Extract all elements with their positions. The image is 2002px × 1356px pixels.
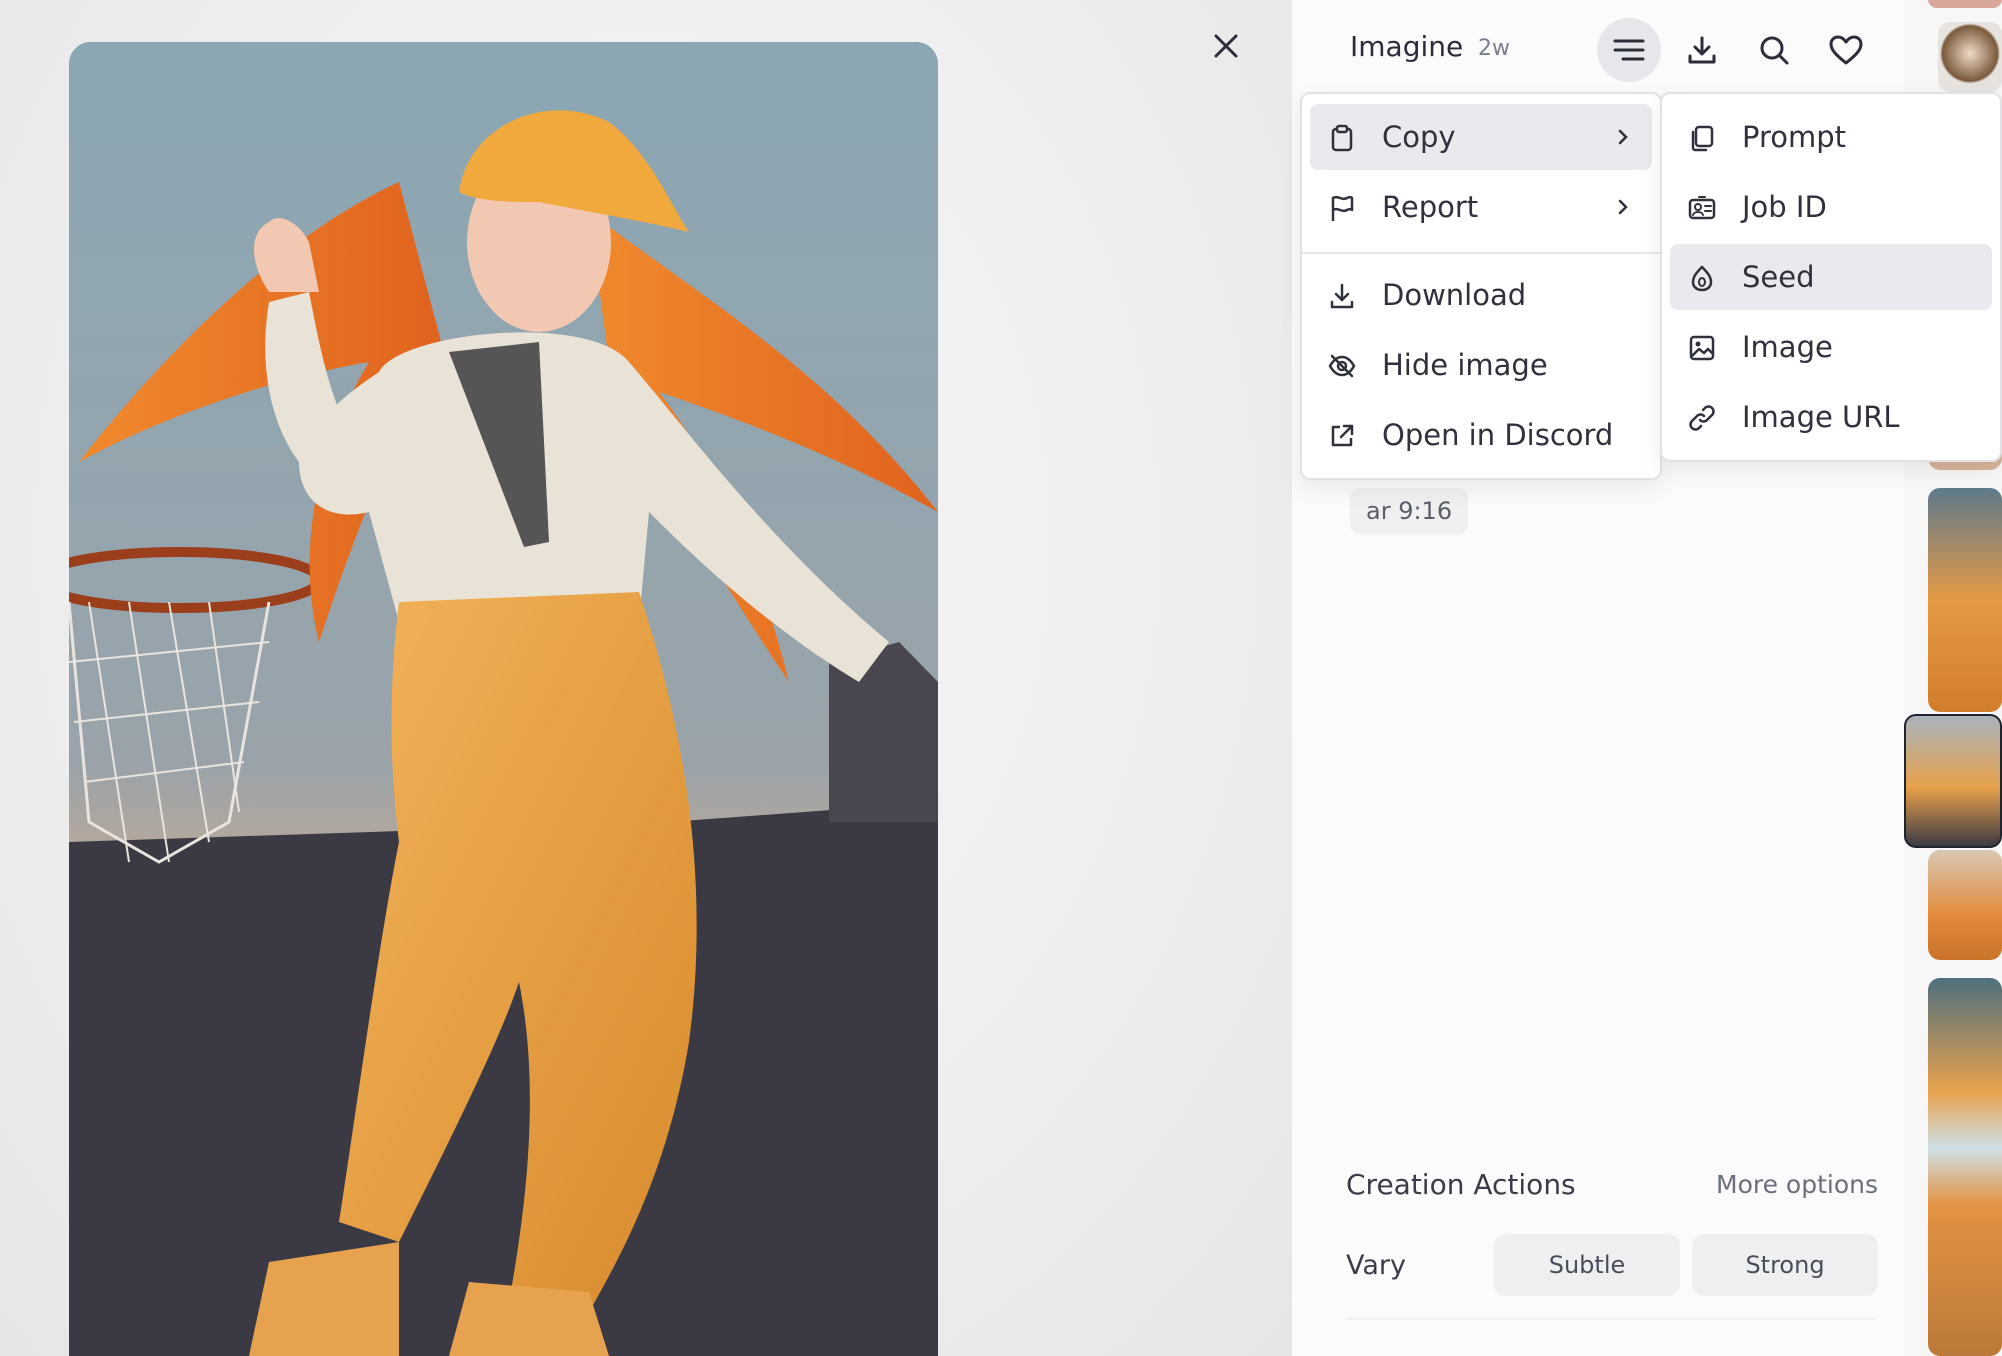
thumbnail[interactable]: [1928, 488, 2002, 712]
job-age-label: 2w: [1478, 36, 1510, 61]
menu-lines-icon: [1613, 39, 1645, 61]
menu-item-label: Job ID: [1742, 190, 1827, 224]
search-button[interactable]: [1742, 18, 1806, 82]
vary-label: Vary: [1346, 1250, 1406, 1281]
menu-item-label: Image: [1742, 330, 1833, 364]
menu-item-download[interactable]: Download: [1310, 262, 1652, 328]
id-card-icon: [1688, 196, 1716, 220]
close-icon: [1214, 34, 1238, 58]
options-menu: Copy Report Download Hide image Open in …: [1300, 92, 1662, 480]
main-image[interactable]: [69, 42, 938, 1356]
clipboard-icon: [1331, 124, 1353, 152]
vary-strong-button[interactable]: Strong: [1692, 1234, 1878, 1296]
chevron-right-icon: [1618, 129, 1628, 145]
download-icon: [1330, 283, 1354, 309]
job-type-label: Imagine: [1350, 30, 1464, 63]
menu-item-copy-image[interactable]: Image: [1670, 314, 1992, 380]
copy-icon: [1691, 125, 1714, 152]
section-divider: [1346, 1318, 1876, 1320]
menu-item-copy-image-url[interactable]: Image URL: [1670, 384, 1992, 450]
aspect-ratio-chip[interactable]: ar 9:16: [1350, 488, 1469, 534]
heart-icon: [1829, 35, 1863, 65]
menu-item-report[interactable]: Report: [1310, 174, 1652, 240]
menu-item-label: Report: [1382, 190, 1479, 224]
thumbnail[interactable]: [1928, 0, 2002, 8]
flag-icon: [1331, 195, 1354, 221]
download-button[interactable]: [1670, 18, 1734, 82]
download-icon: [1688, 36, 1716, 64]
menu-item-label: Prompt: [1742, 120, 1847, 154]
thumbnail[interactable]: [1928, 850, 2002, 960]
seed-icon: [1691, 265, 1713, 292]
menu-item-label: Copy: [1382, 120, 1456, 154]
menu-item-label: Download: [1382, 278, 1527, 312]
search-icon: [1760, 36, 1789, 65]
external-link-icon: [1331, 424, 1354, 447]
menu-item-label: Open in Discord: [1382, 418, 1614, 452]
creation-actions-title: Creation Actions: [1346, 1168, 1576, 1201]
menu-item-label: Hide image: [1382, 348, 1548, 382]
thumbnail[interactable]: [1938, 22, 2002, 92]
copy-submenu: Prompt Job ID Seed Image Image URL: [1660, 92, 2002, 462]
menu-item-hide-image[interactable]: Hide image: [1310, 332, 1652, 398]
menu-item-label: Seed: [1742, 260, 1815, 294]
vary-subtle-button[interactable]: Subtle: [1494, 1234, 1680, 1296]
thumbnail[interactable]: [1928, 978, 2002, 1356]
eye-off-icon: [1328, 354, 1356, 378]
options-menu-button[interactable]: [1597, 18, 1661, 82]
close-button[interactable]: [1206, 26, 1246, 66]
menu-item-label: Image URL: [1742, 400, 1900, 434]
menu-divider: [1302, 252, 1660, 254]
menu-item-copy-prompt[interactable]: Prompt: [1670, 104, 1992, 170]
menu-item-copy-seed[interactable]: Seed: [1670, 244, 1992, 310]
menu-item-copy-job-id[interactable]: Job ID: [1670, 174, 1992, 240]
menu-item-copy[interactable]: Copy: [1310, 104, 1652, 170]
thumbnail-selected[interactable]: [1904, 714, 2002, 848]
image-icon: [1689, 335, 1715, 361]
more-options-link[interactable]: More options: [1716, 1170, 1878, 1199]
menu-item-open-in-discord[interactable]: Open in Discord: [1310, 402, 1652, 468]
chevron-right-icon: [1618, 199, 1628, 215]
like-button[interactable]: [1814, 18, 1878, 82]
link-icon: [1689, 405, 1715, 431]
